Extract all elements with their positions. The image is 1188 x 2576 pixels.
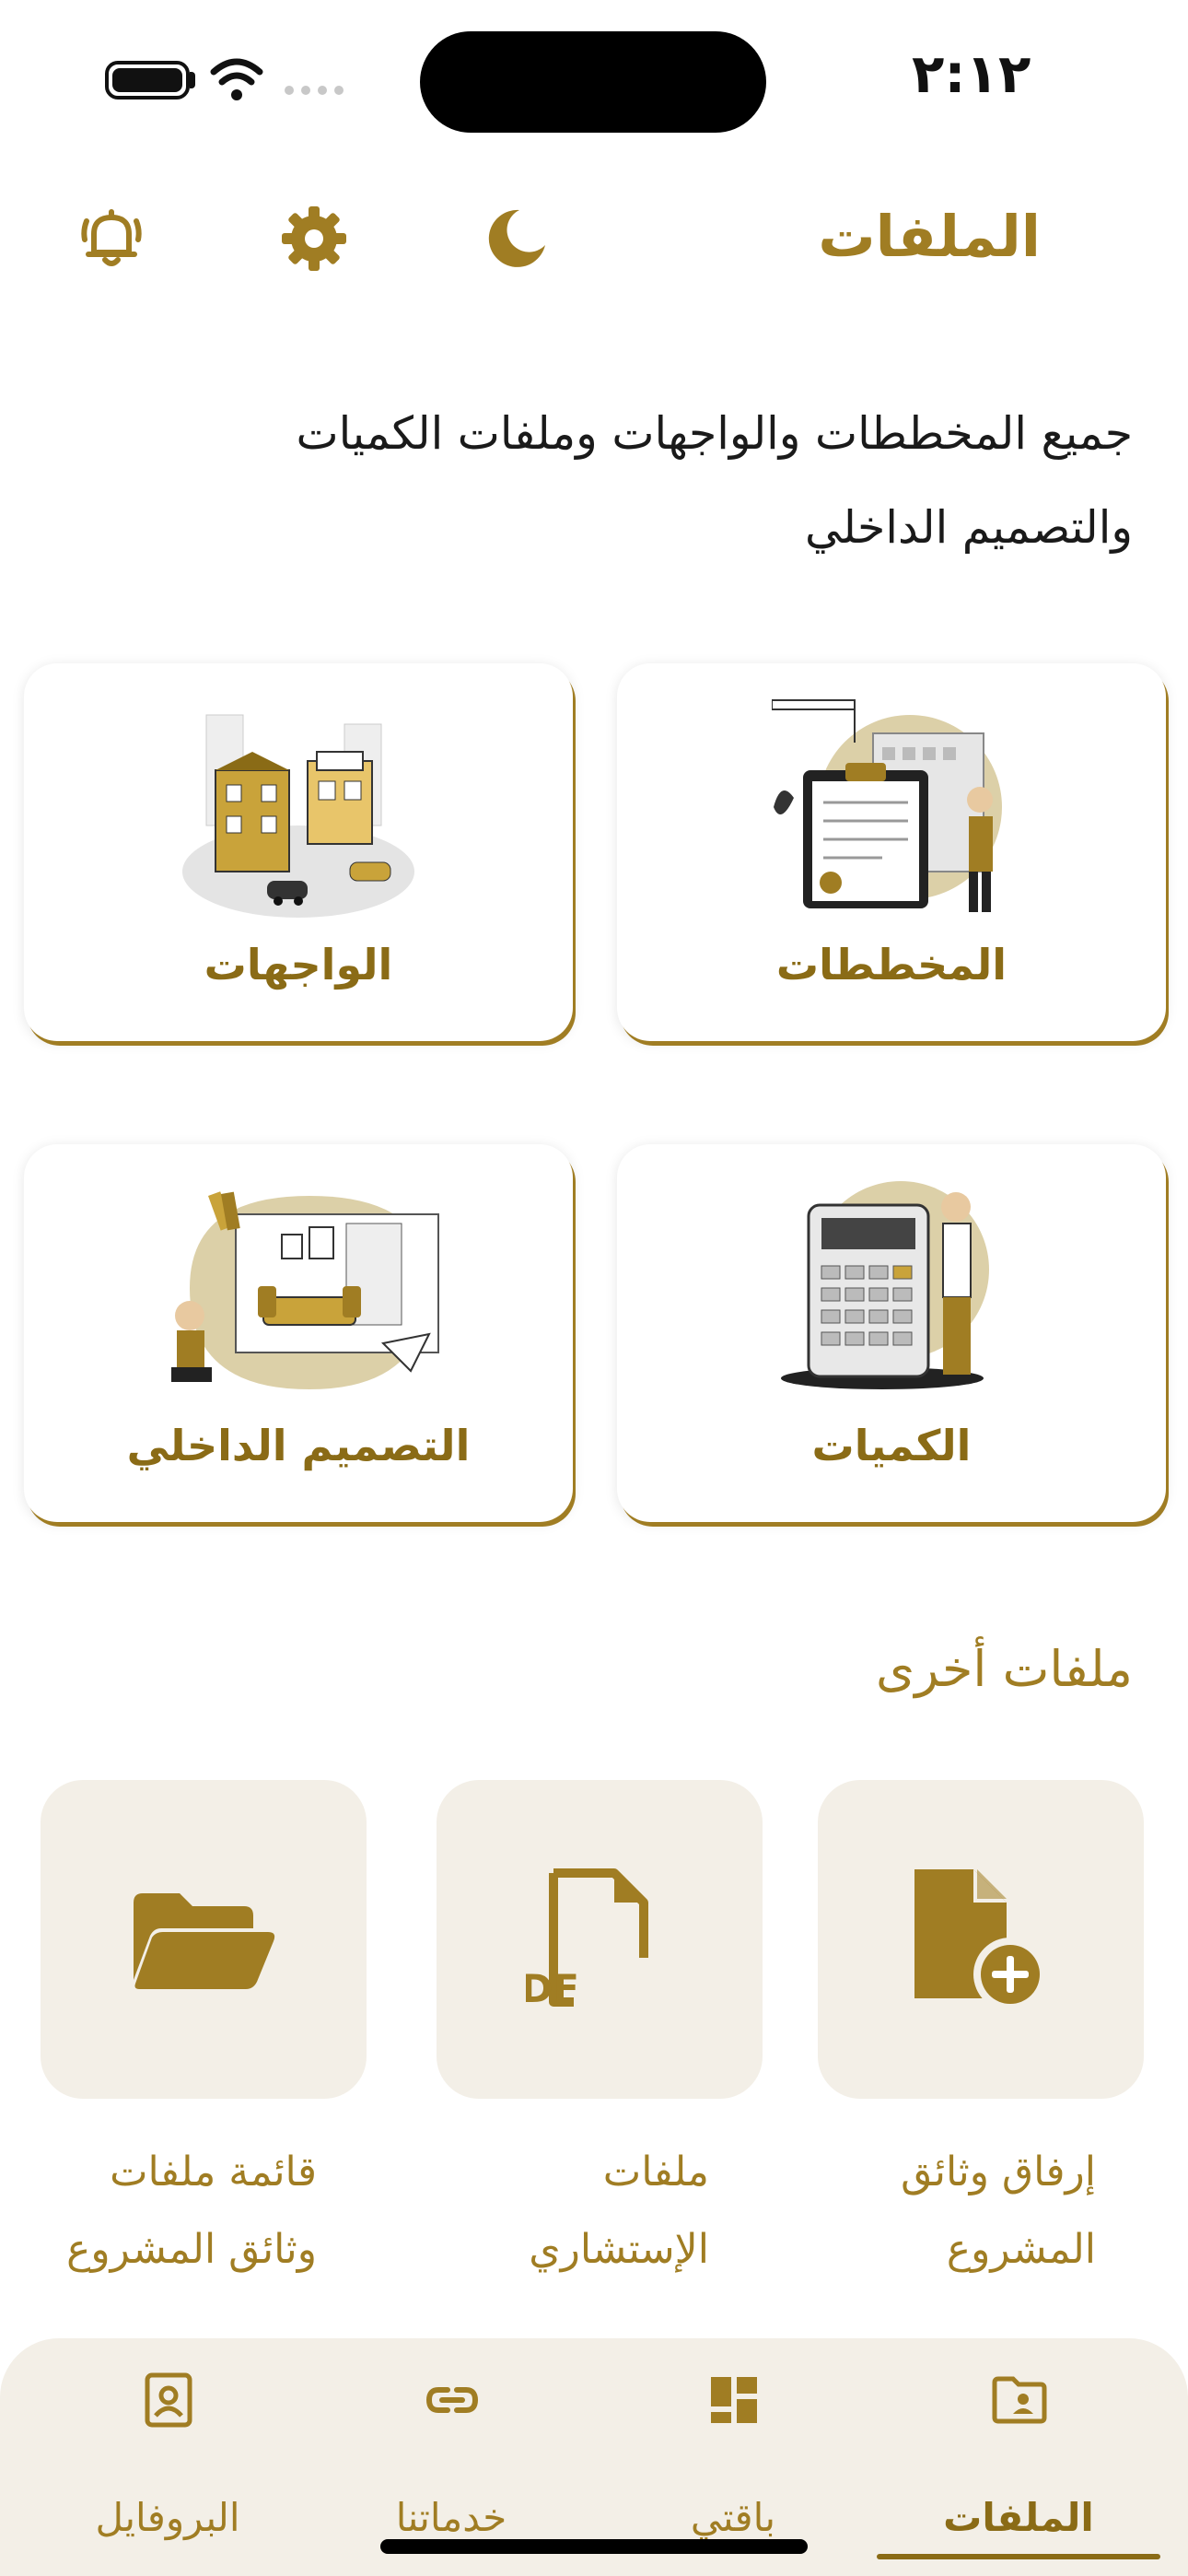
status-time: ٢:١٢ — [912, 42, 1031, 105]
attach-project-docs-label: إرفاق وثائق المشروع — [792, 2134, 1096, 2289]
card-interior-design-label: التصميم الداخلي — [126, 1421, 471, 1470]
nav-label-files: الملفات — [943, 2495, 1094, 2540]
nav-label-profile: البروفايل — [95, 2495, 240, 2540]
dashboard-icon — [711, 2377, 757, 2423]
signal-dots-icon — [285, 86, 344, 95]
bell-icon[interactable] — [77, 205, 146, 273]
consultant-files-button[interactable]: PDF — [437, 1780, 763, 2099]
consultant-files-line-2: الإستشاري — [529, 2226, 709, 2273]
nav-item-my-package[interactable]: باقتي — [623, 2359, 844, 2543]
folder-user-icon — [992, 2376, 1047, 2424]
home-indicator — [380, 2539, 808, 2554]
card-quantities[interactable]: الكميات — [617, 1144, 1166, 1522]
nav-item-profile[interactable]: البروفايل — [57, 2359, 278, 2543]
dynamic-island — [420, 31, 766, 133]
profile-card-icon — [145, 2372, 192, 2428]
interior-design-illustration — [171, 1191, 439, 1389]
folder-open-icon — [134, 1893, 275, 1989]
project-docs-list-button[interactable] — [41, 1780, 367, 2099]
card-quantities-label: الكميات — [811, 1421, 972, 1470]
card-plans[interactable]: المخططات — [617, 663, 1166, 1041]
intro-text: جميع المخططات والواجهات وملفات الكميات و… — [111, 387, 1133, 575]
nav-label-my-package: باقتي — [690, 2495, 776, 2540]
nav-item-files[interactable]: الملفات — [908, 2359, 1129, 2543]
wifi-icon — [210, 58, 263, 100]
pdf-file-icon: PDF — [526, 1868, 648, 2011]
project-docs-list-line-2: وثائق المشروع — [66, 2226, 317, 2273]
card-plans-label: المخططات — [775, 940, 1007, 989]
attach-project-docs-button[interactable] — [818, 1780, 1144, 2099]
card-facades-label: الواجهات — [204, 940, 393, 989]
battery-tip — [190, 72, 195, 88]
file-add-icon — [914, 1869, 1047, 2011]
card-interior-design[interactable]: التصميم الداخلي — [24, 1144, 573, 1522]
calculator-illustration — [781, 1181, 989, 1389]
nav-item-services[interactable]: خدماتنا — [341, 2359, 562, 2543]
nav-label-services: خدماتنا — [395, 2495, 507, 2540]
page-title: الملفات — [818, 203, 1041, 270]
attach-project-docs-line-2: المشروع — [946, 2226, 1096, 2273]
link-icon — [425, 2387, 479, 2413]
project-docs-list-line-1: قائمة ملفات — [110, 2149, 317, 2195]
intro-line-1: جميع المخططات والواجهات وملفات الكميات — [296, 407, 1133, 460]
clipboard-plans-illustration — [772, 699, 1002, 912]
battery-icon — [105, 61, 190, 100]
consultant-files-label: ملفات الإستشاري — [405, 2134, 709, 2289]
gear-icon[interactable] — [280, 205, 348, 273]
attach-project-docs-line-1: إرفاق وثائق — [901, 2149, 1096, 2195]
nav-active-indicator — [877, 2554, 1160, 2559]
svg-text:PDF: PDF — [526, 1966, 579, 2011]
intro-line-2: والتصميم الداخلي — [804, 501, 1133, 554]
moon-icon[interactable] — [483, 205, 551, 273]
project-docs-list-label: قائمة ملفات وثائق المشروع — [13, 2134, 317, 2289]
buildings-facade-illustration — [182, 714, 414, 918]
card-facades[interactable]: الواجهات — [24, 663, 573, 1041]
consultant-files-line-1: ملفات — [602, 2149, 709, 2195]
other-files-title: ملفات أخرى — [875, 1640, 1133, 1698]
